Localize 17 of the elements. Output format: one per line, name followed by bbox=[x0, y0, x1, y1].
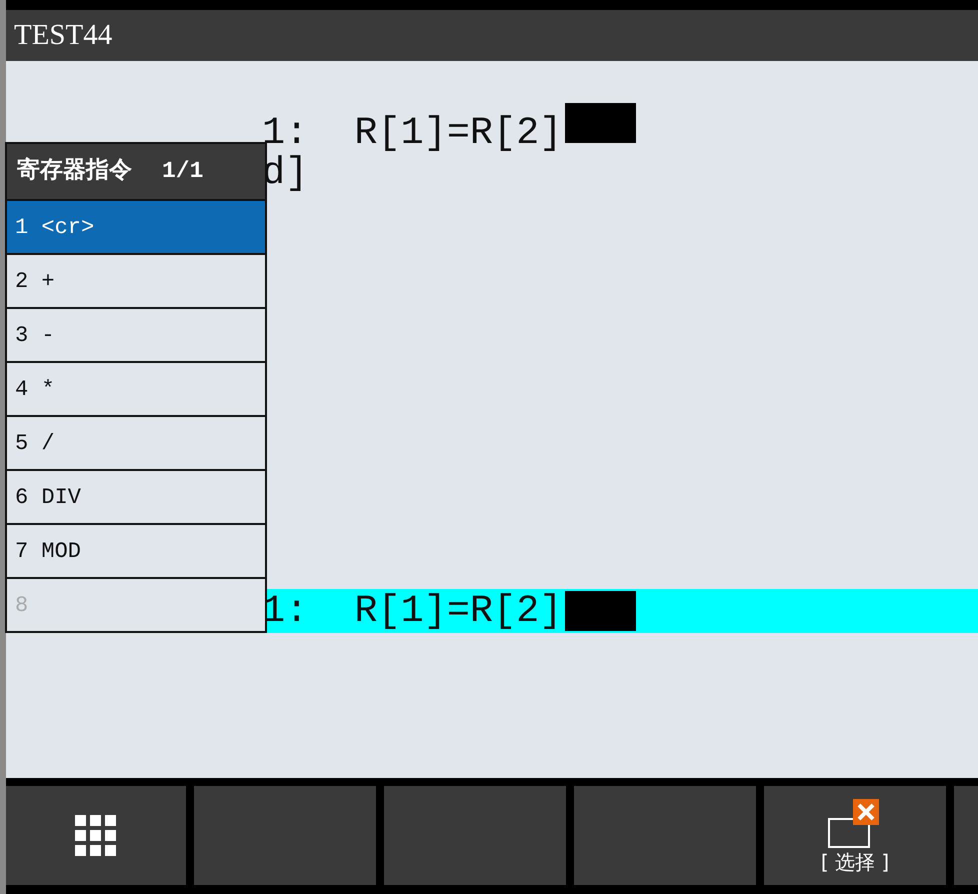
menu-item[interactable]: 4 * bbox=[7, 361, 265, 415]
page-indicator: 1/1 bbox=[162, 158, 204, 186]
menu-item[interactable]: 3 - bbox=[7, 307, 265, 361]
softkey[interactable] bbox=[194, 786, 376, 885]
window-title: TEST44 bbox=[14, 20, 112, 52]
menu-item[interactable]: 6 DIV bbox=[7, 469, 265, 523]
menu-item[interactable]: 5 / bbox=[7, 415, 265, 469]
menu-item[interactable]: 2 + bbox=[7, 253, 265, 307]
menu-softkey[interactable] bbox=[6, 786, 186, 885]
softkey[interactable] bbox=[384, 786, 566, 885]
menu-item[interactable]: 1 <cr> bbox=[7, 199, 265, 253]
select-softkey[interactable]: [ 选择 ] bbox=[764, 786, 946, 885]
menu-title: 寄存器指令 bbox=[17, 158, 132, 186]
grid-icon bbox=[75, 814, 117, 856]
program-line: 1: R[1]=R[2] bbox=[262, 103, 636, 155]
softkey[interactable] bbox=[574, 786, 756, 885]
menu-item[interactable]: 7 MOD bbox=[7, 523, 265, 577]
